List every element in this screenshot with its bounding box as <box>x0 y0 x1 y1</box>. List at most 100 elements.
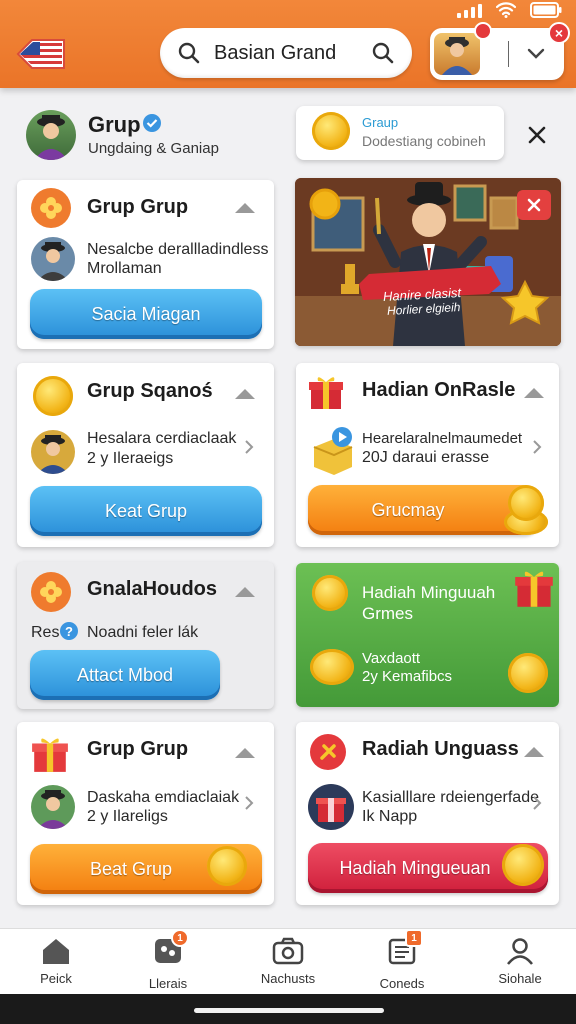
home-icon <box>43 939 69 964</box>
group-card-2[interactable]: Grup Sqanoś Hesalara cerdiaclaak 2 y Ile… <box>17 363 274 547</box>
collapse-icon[interactable] <box>522 745 546 759</box>
notice-title: Graup <box>362 115 399 130</box>
collapse-icon[interactable] <box>233 746 257 760</box>
coin-stack-icon <box>310 649 354 685</box>
status-bar <box>457 2 562 18</box>
gift-icon <box>309 377 343 409</box>
svg-text:?: ? <box>65 624 73 639</box>
flag-icon <box>16 39 65 69</box>
nav-item-profile[interactable]: Siohale <box>470 937 570 986</box>
group-card-1[interactable]: Grup Grup Nesalcbe derallladindless Mrol… <box>17 180 274 349</box>
group-card-4[interactable]: Grup Grup Daskaha emdiaclaiak 2 y Ilarel… <box>17 722 274 905</box>
search-bar[interactable]: Basian Grand <box>160 28 412 78</box>
bottom-nav: Peick 1 Llerais Nachusts 1 Coneds Siohal… <box>0 928 576 994</box>
card-action-button[interactable]: Sacia Miagan <box>30 289 262 339</box>
nav-label: Llerais <box>148 976 188 991</box>
camera-icon <box>272 937 304 965</box>
chevron-right-icon[interactable] <box>244 439 254 455</box>
home-indicator[interactable] <box>194 1008 384 1013</box>
card-action-button[interactable]: Keat Grup <box>30 486 262 536</box>
flower-icon <box>31 572 71 612</box>
group-subtitle: Ungdaing & Ganiap <box>88 140 219 157</box>
collapse-icon[interactable] <box>233 387 257 401</box>
chevron-right-icon[interactable] <box>532 795 542 811</box>
card-line-1: Nesalcbe derallladindless <box>87 241 269 258</box>
wifi-icon <box>496 2 516 18</box>
gift-avatar <box>308 784 354 830</box>
search-icon <box>178 42 200 64</box>
close-icon <box>527 198 541 212</box>
member-avatar <box>31 430 75 474</box>
nav-item-home[interactable]: Peick <box>6 937 106 986</box>
reward-card-2[interactable]: Radiah Unguass Kasialllare rdeiengerfade… <box>296 722 559 905</box>
card-line-1: Daskaha emdiaclaiak <box>87 789 240 806</box>
coin-icon <box>508 485 544 521</box>
card-title: Hadian OnRasle <box>362 379 516 401</box>
nav-item-camera[interactable]: Nachusts <box>238 937 338 986</box>
promo-banner[interactable]: Hanire clasist Horlier elgieih <box>295 178 561 346</box>
card-line-2: 2 y Ileraeigs <box>87 450 174 467</box>
coin-stack-icon <box>207 846 247 886</box>
collapse-icon[interactable] <box>522 386 546 400</box>
collapse-icon[interactable] <box>233 201 257 215</box>
member-avatar <box>31 237 75 281</box>
help-icon[interactable]: ? <box>59 621 79 641</box>
group-name: Grup <box>88 112 141 137</box>
coin-icon <box>312 112 350 150</box>
nav-badge: 1 <box>405 929 423 947</box>
gift-icon <box>32 738 68 772</box>
nav-item-groups[interactable]: 1 Llerais <box>118 929 218 991</box>
nav-label: Coneds <box>379 976 425 991</box>
flower-icon <box>31 188 71 228</box>
reward-card-green[interactable]: Hadiah Minguuah Grmes Vaxdaott 2y Kemafi… <box>296 563 559 707</box>
close-badge[interactable]: × <box>548 22 570 44</box>
close-icon[interactable] <box>527 125 547 145</box>
card-title: Grup Grup <box>87 738 189 760</box>
nav-item-contacts[interactable]: 1 Coneds <box>352 929 452 991</box>
signal-icon <box>457 4 482 18</box>
system-home-bar <box>0 994 576 1024</box>
card-line-2: Ik Napp <box>362 808 418 825</box>
card-action-button[interactable]: Attact Mbod <box>30 650 220 700</box>
card-title: Hadiah Minguuah <box>362 583 496 602</box>
search-input[interactable]: Basian Grand <box>214 42 358 65</box>
reward-card-1[interactable]: Hadian OnRasle Hearelaralnelmaumedet 20J… <box>296 363 559 547</box>
notice-text: Dodestiang cobineh <box>362 133 486 149</box>
banner-close-button[interactable] <box>517 190 551 220</box>
nav-badge: 1 <box>171 929 189 947</box>
member-avatar <box>31 785 75 829</box>
card-line-2: 2 y Ilareligs <box>87 808 168 825</box>
card-line-1: Noadni feler lák <box>87 624 199 641</box>
collapse-icon[interactable] <box>233 585 257 599</box>
coin-icon <box>33 376 73 416</box>
profile-notification-badge <box>474 22 492 40</box>
coin-stack-icon <box>502 844 544 886</box>
card-line-1: Hesalara cerdiaclaak <box>87 430 237 447</box>
card-line-1: Vaxdaott <box>362 650 421 667</box>
group-card-3[interactable]: GnalaHoudos Res ? Noadni feler lák Attac… <box>17 562 274 709</box>
group-notice[interactable]: Graup Dodestiang cobineh <box>296 106 504 160</box>
card-action-button[interactable]: Grucmay <box>308 485 538 535</box>
profile-avatar[interactable] <box>434 33 480 75</box>
card-title-2: Grmes <box>362 604 413 623</box>
card-title: Radiah Unguass <box>362 738 519 760</box>
coin-icon <box>312 575 348 611</box>
gift-icon <box>515 571 553 607</box>
card-line-2: Mrollaman <box>87 260 162 277</box>
chevron-down-icon[interactable] <box>527 48 545 60</box>
chevron-right-icon[interactable] <box>532 439 542 455</box>
card-title: Grup Grup <box>87 196 189 218</box>
card-title: Grup Sqanoś <box>87 380 213 402</box>
profile-switcher[interactable]: × <box>430 22 570 80</box>
coin-stack-icon <box>508 653 548 693</box>
nav-label: Siohale <box>498 971 542 986</box>
chevron-right-icon[interactable] <box>244 795 254 811</box>
card-line-1: Kasialllare rdeiengerfade <box>362 789 539 806</box>
group-avatar[interactable] <box>26 110 76 160</box>
battery-icon <box>530 2 562 18</box>
back-flag-button[interactable] <box>16 38 66 70</box>
card-line-1: Hearelaralnelmaumedet <box>362 430 523 447</box>
search-submit-icon[interactable] <box>372 42 394 64</box>
card-line-2: 2y Kemafibcs <box>362 668 453 685</box>
card-title: GnalaHoudos <box>87 578 218 600</box>
